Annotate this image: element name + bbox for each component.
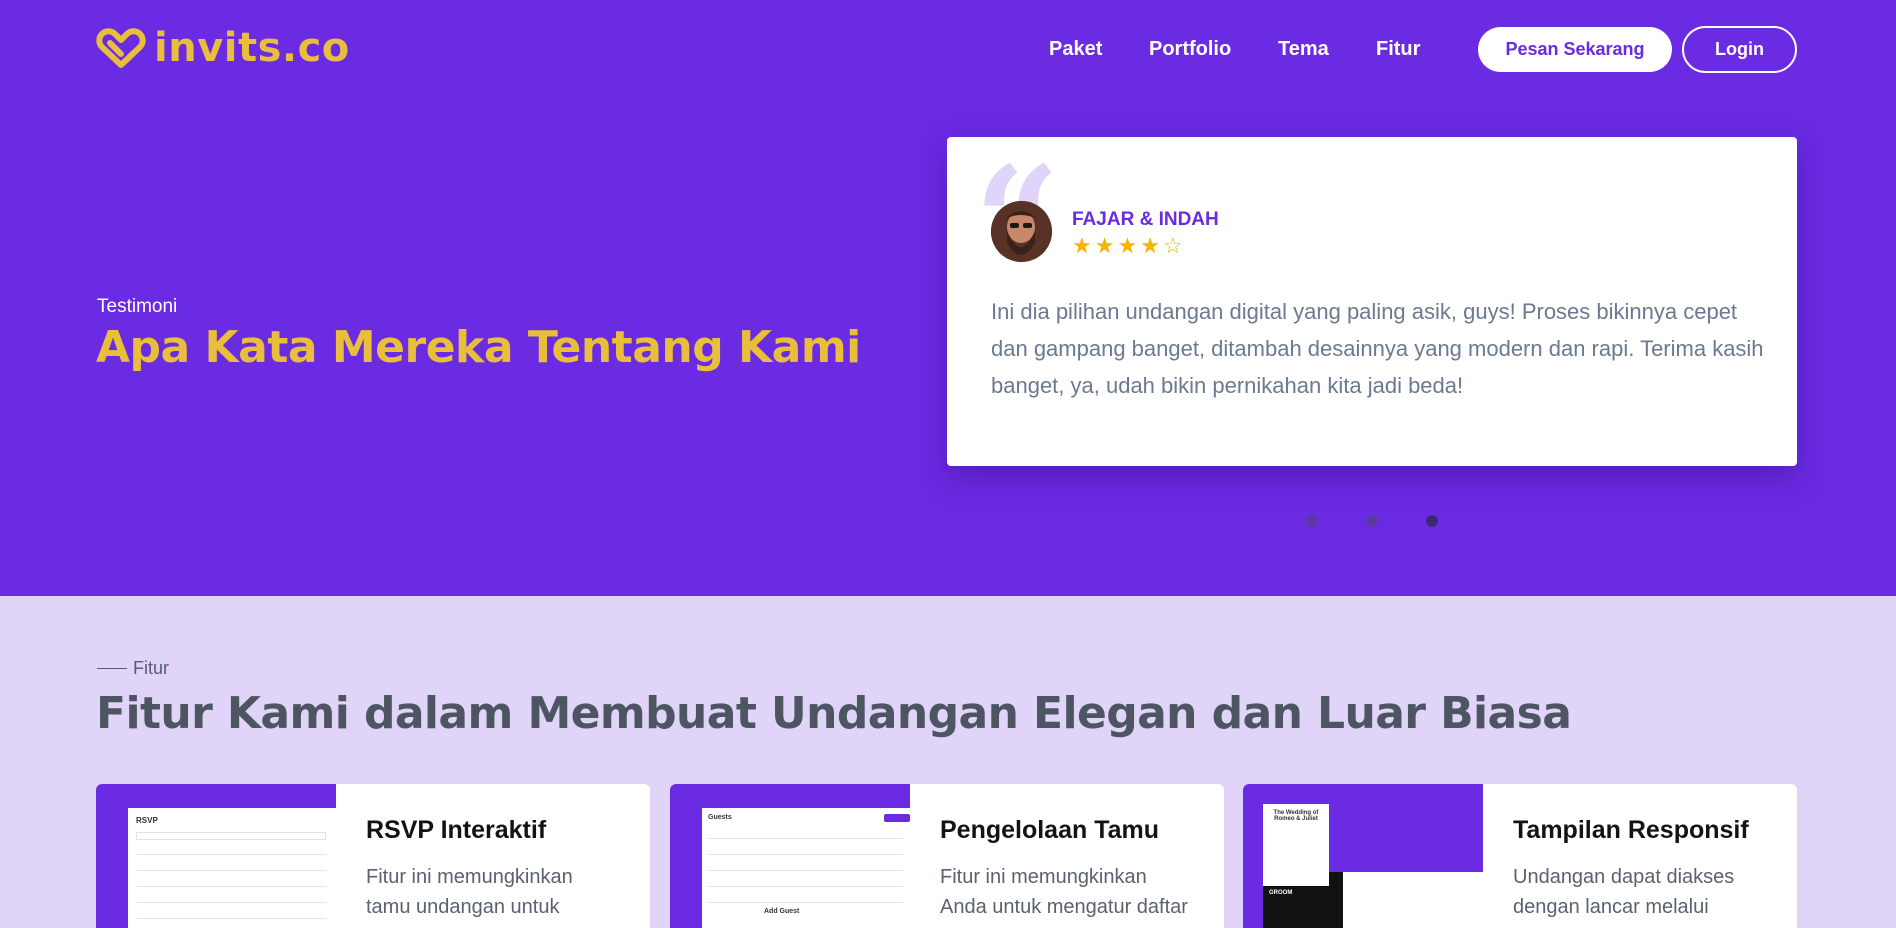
- rsvp-table-preview: RSVP: [128, 808, 336, 928]
- feature-thumbnail: The Wedding of Romeo & Juliet GROOM: [1243, 784, 1483, 928]
- avatar: [991, 201, 1052, 262]
- nav-tema[interactable]: Tema: [1278, 34, 1329, 64]
- features-label-text: Fitur: [133, 658, 169, 678]
- carousel-dots: [1306, 515, 1438, 527]
- login-button[interactable]: Login: [1682, 26, 1797, 73]
- feature-title: Tampilan Responsif: [1513, 816, 1749, 844]
- nav-fitur[interactable]: Fitur: [1376, 34, 1420, 64]
- brand-name: invits.co: [154, 25, 350, 71]
- carousel-dot-1[interactable]: [1306, 515, 1318, 527]
- desktop-preview: [1329, 872, 1483, 928]
- heart-logo-icon: [96, 28, 146, 68]
- feature-thumbnail: RSVP: [96, 784, 336, 928]
- star-filled-icon: ★: [1140, 233, 1163, 258]
- star-empty-icon: ☆: [1162, 233, 1186, 258]
- hero-section: invits.co Paket Portfolio Tema Fitur Pes…: [0, 0, 1896, 596]
- star-filled-icon: ★: [1094, 233, 1118, 258]
- testimonial-section-label: Testimoni: [97, 296, 178, 317]
- testimonial-card: “ FAJAR & INDAH ★★★★☆ Ini dia pilihan un…: [947, 137, 1797, 466]
- feature-card-guests[interactable]: Guests Add Guest Pengelolaan Tamu Fitur …: [670, 784, 1224, 928]
- feature-card-rsvp[interactable]: RSVP RSVP Interaktif Fitur ini memungkin…: [96, 784, 650, 928]
- carousel-dot-3[interactable]: [1426, 515, 1438, 527]
- order-now-button[interactable]: Pesan Sekarang: [1478, 27, 1672, 72]
- thumb-subtitle: Add Guest: [764, 908, 800, 915]
- phone-preview: The Wedding of Romeo & Juliet GROOM: [1263, 804, 1329, 928]
- feature-description: Fitur ini memungkinkan Anda untuk mengat…: [940, 866, 1188, 918]
- star-filled-icon: ★: [1117, 233, 1141, 258]
- feature-title: RSVP Interaktif: [366, 816, 547, 844]
- nav-paket[interactable]: Paket: [1049, 34, 1102, 64]
- guests-table-preview: Guests Add Guest: [702, 808, 910, 928]
- features-section-label: Fitur: [97, 658, 169, 679]
- feature-description: Fitur ini memungkinkan tamu undangan unt…: [366, 866, 573, 918]
- nav-portfolio[interactable]: Portfolio: [1149, 34, 1231, 64]
- testimonial-section-title: Apa Kata Mereka Tentang Kami: [96, 322, 861, 373]
- testimonial-text: Ini dia pilihan undangan digital yang pa…: [991, 299, 1764, 398]
- thumb-title: The Wedding of Romeo & Juliet: [1273, 810, 1319, 822]
- carousel-dot-2[interactable]: [1366, 515, 1378, 527]
- features-section-title: Fitur Kami dalam Membuat Undangan Elegan…: [96, 688, 1572, 739]
- thumb-title: RSVP: [136, 816, 158, 825]
- feature-thumbnail: Guests Add Guest: [670, 784, 910, 928]
- feature-description: Undangan dapat diakses dengan lancar mel…: [1513, 866, 1735, 918]
- star-filled-icon: ★: [1072, 233, 1095, 258]
- star-rating: ★★★★☆: [1072, 233, 1186, 259]
- divider: [97, 668, 127, 669]
- thumb-subtitle: GROOM: [1269, 890, 1293, 896]
- feature-card-responsive[interactable]: The Wedding of Romeo & Juliet GROOM Tamp…: [1243, 784, 1797, 928]
- testimonial-author: FAJAR & INDAH: [1072, 209, 1219, 230]
- brand-logo[interactable]: invits.co: [96, 24, 350, 72]
- thumb-title: Guests: [708, 814, 732, 821]
- feature-title: Pengelolaan Tamu: [940, 816, 1160, 844]
